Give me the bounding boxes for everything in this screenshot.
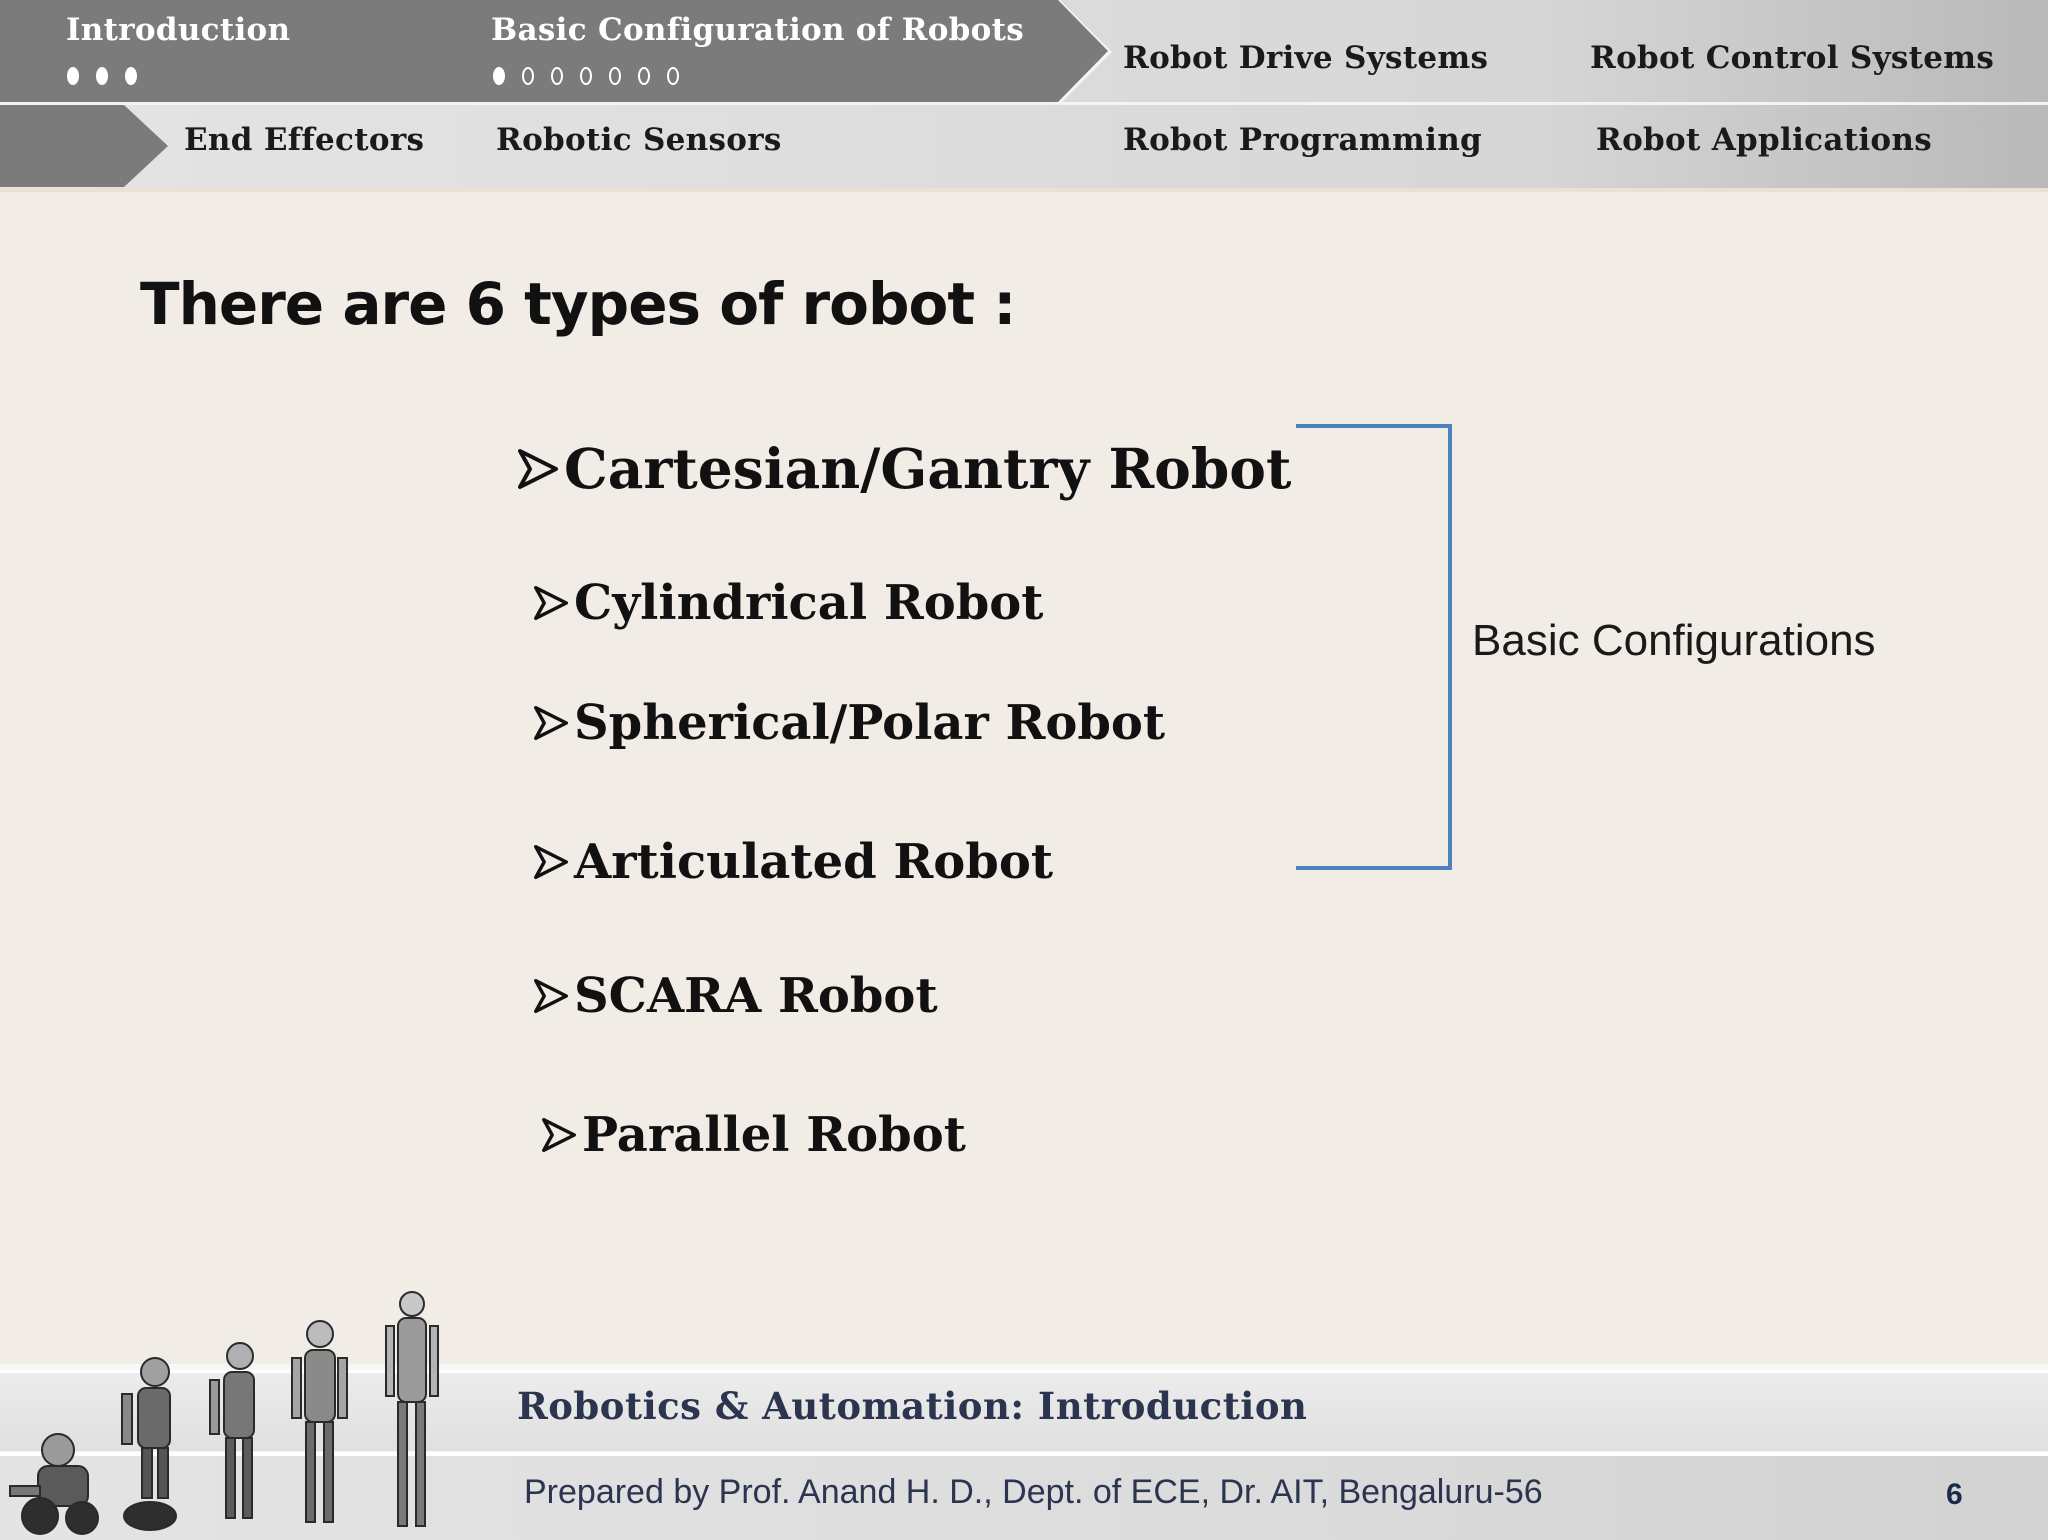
nav-row2-arrow [0, 105, 168, 187]
robot-type-label: Cartesian/Gantry Robot [564, 436, 1292, 501]
slide-title: There are 6 types of robot : [140, 270, 1016, 338]
author-credit: Prepared by Prof. Anand H. D., Dept. of … [524, 1473, 1543, 1511]
bracket-label: Basic Configurations [1472, 616, 1876, 665]
progress-dot [125, 67, 137, 85]
progress-dot [667, 67, 679, 85]
section-navigation-bar: Introduction Basic Configuration of Robo… [0, 0, 2048, 192]
nav-section-robot-applications[interactable]: Robot Applications [1596, 122, 1932, 158]
list-item: Articulated Robot [534, 834, 1053, 890]
progress-dot [609, 67, 621, 85]
progress-dot [522, 67, 534, 85]
progress-dot [96, 67, 108, 85]
nav-section-end-effectors[interactable]: End Effectors [184, 122, 424, 158]
progress-dot [551, 67, 563, 85]
progress-dot [580, 67, 592, 85]
list-item: Cylindrical Robot [534, 575, 1043, 631]
robot-type-label: Parallel Robot [582, 1107, 966, 1163]
list-item: Spherical/Polar Robot [534, 695, 1165, 751]
arrow-bullet-icon [542, 1116, 576, 1154]
progress-dot [638, 67, 650, 85]
arrow-bullet-icon [534, 843, 568, 881]
nav-progress-dots-introduction [67, 67, 137, 85]
nav-section-robot-programming[interactable]: Robot Programming [1123, 122, 1482, 158]
nav-section-basic-configuration[interactable]: Basic Configuration of Robots [491, 12, 1024, 48]
page-number: 6 [1946, 1478, 1963, 1511]
list-item: Parallel Robot [542, 1107, 966, 1163]
robot-evolution-graphic [9, 1291, 439, 1535]
arrow-bullet-icon [518, 447, 558, 491]
nav-bottom-edge [0, 188, 2048, 192]
nav-section-introduction[interactable]: Introduction [66, 12, 290, 48]
list-item: Cartesian/Gantry Robot [518, 436, 1291, 501]
robot-type-label: Spherical/Polar Robot [574, 695, 1166, 751]
nav-section-robotic-sensors[interactable]: Robotic Sensors [496, 122, 782, 158]
basic-configurations-bracket [1296, 424, 1452, 870]
arrow-bullet-icon [534, 977, 568, 1015]
robot-type-label: SCARA Robot [574, 968, 938, 1024]
arrow-bullet-icon [534, 584, 568, 622]
nav-section-robot-drive-systems[interactable]: Robot Drive Systems [1123, 40, 1488, 76]
robot-type-label: Cylindrical Robot [574, 575, 1044, 631]
nav-section-robot-control-systems[interactable]: Robot Control Systems [1590, 40, 1994, 76]
list-item: SCARA Robot [534, 968, 938, 1024]
nav-progress-dots-basic-configuration [493, 67, 679, 85]
progress-dot [67, 67, 79, 85]
course-title: Robotics & Automation: Introduction [517, 1384, 1308, 1428]
robot-type-label: Articulated Robot [574, 834, 1054, 890]
progress-dot [493, 67, 505, 85]
arrow-bullet-icon [534, 704, 568, 742]
